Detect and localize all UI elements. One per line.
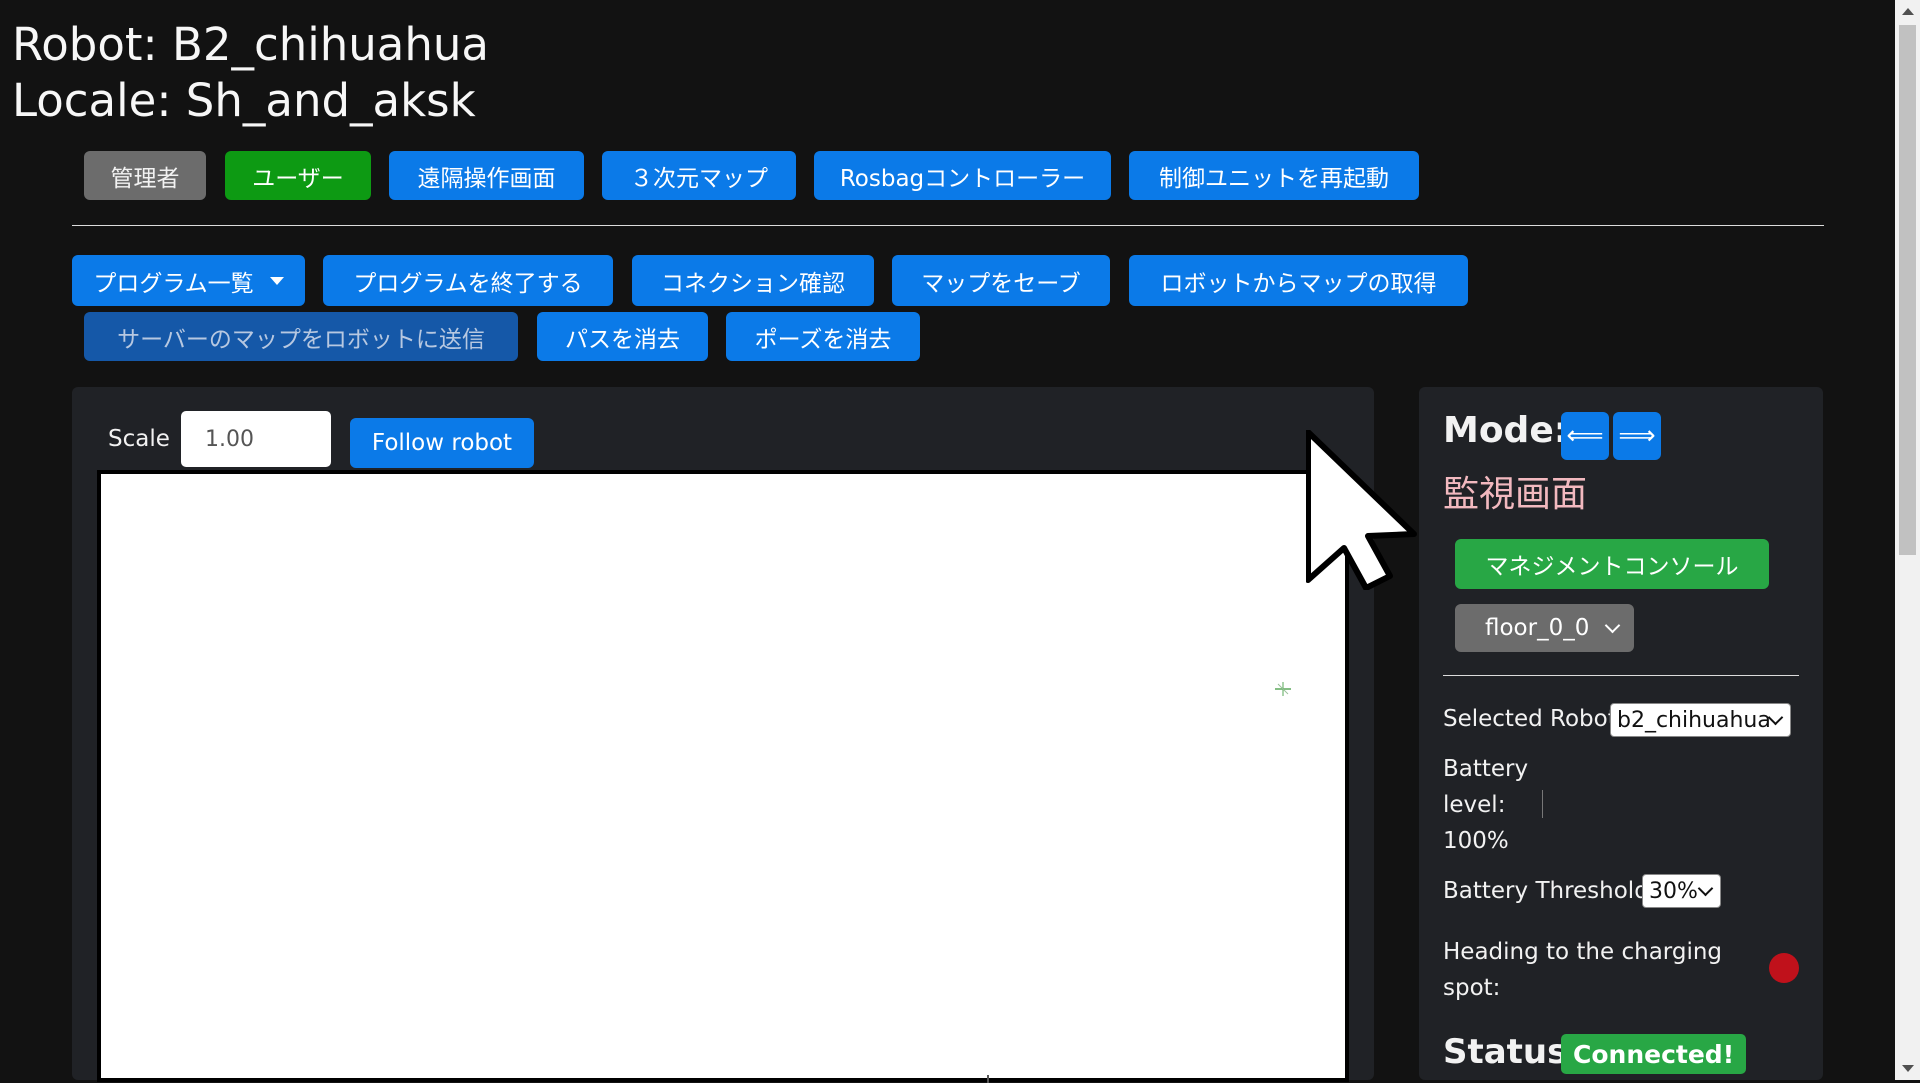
prev-mode-button[interactable]: ⟸ [1561,412,1609,460]
restart-control-unit-button[interactable]: 制御ユニットを再起動 [1129,151,1419,200]
clear-path-button[interactable]: パスを消去 [537,312,708,361]
heading-label: Heading to the charging [1443,939,1723,965]
scroll-up-icon[interactable] [1902,8,1914,15]
end-program-button[interactable]: プログラムを終了する [323,255,613,306]
page-scrollbar[interactable] [1895,0,1920,1080]
check-connection-button[interactable]: コネクション確認 [632,255,874,306]
floor-select-value: floor_0_0 [1485,615,1590,641]
side-divider [1443,675,1799,676]
scale-label: Scale [108,426,170,452]
battery-level-value: 100% [1443,828,1509,854]
map-3d-button[interactable]: ３次元マップ [602,151,796,200]
robot-select[interactable]: b2_chihuahua [1610,703,1791,737]
battery-threshold-select[interactable]: 30% [1642,874,1721,908]
clear-pose-button[interactable]: ポーズを消去 [726,312,920,361]
robot-title: Robot: B2_chihuahua [12,18,489,71]
battery-label-line2: level: [1443,792,1506,818]
chevron-down-icon [1604,617,1621,634]
battery-threshold-label: Battery Threshold: [1443,878,1657,904]
robot-select-value: b2_chihuahua [1617,707,1771,733]
rosbag-controller-button[interactable]: Rosbagコントローラー [814,151,1111,200]
scrollbar-thumb[interactable] [1899,25,1916,555]
follow-robot-button[interactable]: Follow robot [350,418,534,468]
chevron-down-icon [1697,880,1714,897]
program-list-dropdown[interactable]: プログラム一覧 [72,255,305,306]
selected-robot-label: Selected Robot [1443,706,1617,732]
mouse-cursor-icon [1306,430,1417,590]
heading-label-line2: spot: [1443,975,1501,1001]
admin-button[interactable]: 管理者 [84,151,206,200]
mode-name: 監視画面 [1443,474,1588,515]
scroll-down-icon[interactable] [1902,1065,1914,1072]
map-tick-mark [987,1075,989,1083]
battery-label: Battery [1443,756,1529,782]
status-badge: Connected! [1561,1034,1747,1074]
locale-title: Locale: Sh_and_aksk [12,74,476,127]
save-map-button[interactable]: マップをセーブ [892,255,1110,306]
management-console-button[interactable]: マネジメントコンソール [1455,539,1769,589]
mode-label: Mode: [1443,410,1569,451]
caret-down-icon [269,276,284,285]
battery-threshold-value: 30% [1649,878,1698,904]
charging-indicator-icon [1769,953,1799,983]
send-map-to-robot-button[interactable]: サーバーのマップをロボットに送信 [84,312,518,361]
get-map-from-robot-button[interactable]: ロボットからマップの取得 [1129,255,1468,306]
nav-divider [72,225,1824,226]
map-canvas[interactable] [97,470,1349,1083]
program-list-label: プログラム一覧 [93,270,254,297]
battery-gauge [1542,790,1543,818]
next-mode-button[interactable]: ⟹ [1613,412,1661,460]
floor-select[interactable]: floor_0_0 [1455,604,1634,652]
scale-input[interactable]: 1.00 [181,411,331,467]
user-button[interactable]: ユーザー [225,151,371,200]
robot-marker-icon [1275,682,1291,696]
teleop-button[interactable]: 遠隔操作画面 [389,151,584,200]
